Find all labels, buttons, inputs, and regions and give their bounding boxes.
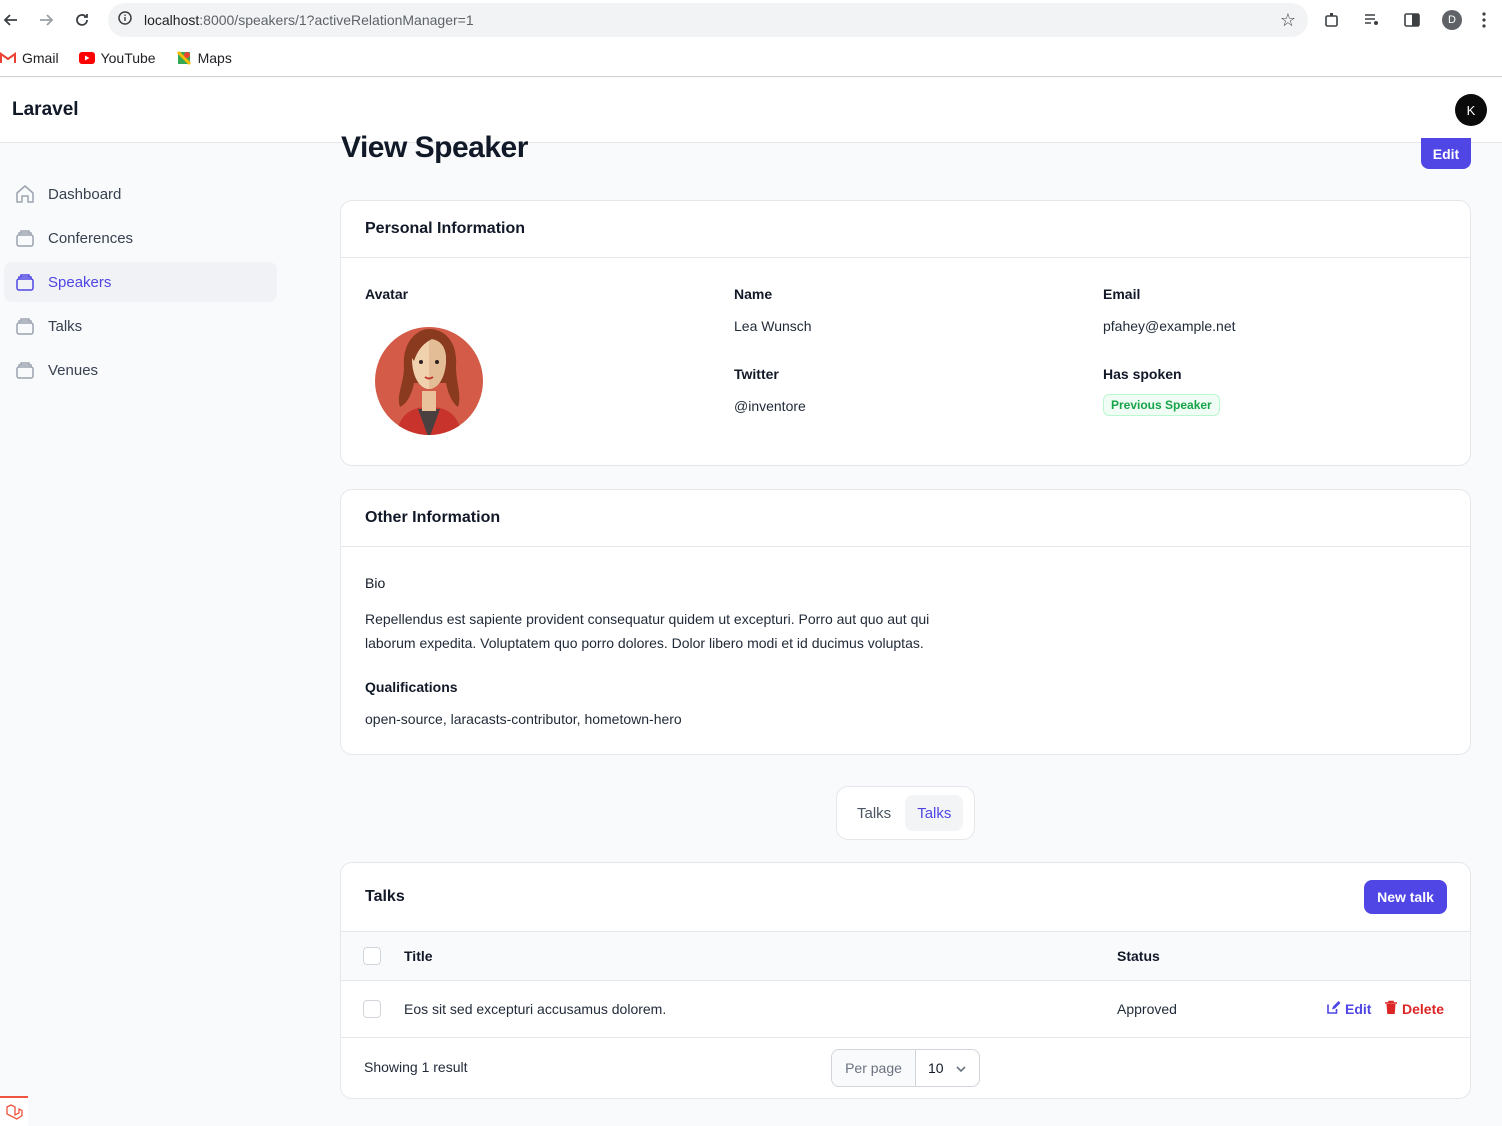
bookmark-star-icon[interactable]: ☆ [1280,10,1296,31]
sidebar-item-venues[interactable]: Venues [4,350,277,390]
sidebar-item-talks[interactable]: Talks [4,306,277,346]
tab-talks-active[interactable]: Talks [905,795,964,831]
section-heading: Personal Information [341,201,1470,258]
edit-row-button[interactable]: Edit [1326,1000,1371,1018]
talk-title-cell[interactable]: Eos sit sed excepturi accusamus dolorem. [404,1001,666,1017]
app-topbar: Laravel K [0,78,1502,143]
youtube-icon [78,50,95,66]
section-heading: Other Information [341,490,1470,547]
stack-icon [14,271,36,293]
table-header-row: Title Status [341,931,1470,981]
sidebar-item-label: Talks [48,317,83,335]
avatar-label: Avatar [365,286,409,302]
table-heading: Talks [365,888,405,905]
stack-icon [14,359,36,381]
media-icon[interactable] [1354,2,1390,38]
relation-tabs: Talks Talks [836,786,975,840]
menu-kebab-icon[interactable] [1474,2,1494,38]
table-row: Eos sit sed excepturi accusamus dolorem.… [341,981,1470,1037]
twitter-value: @inventore [734,398,806,414]
back-icon[interactable] [0,0,29,40]
address-bar[interactable]: localhost:8000/speakers/1?activeRelation… [108,3,1308,37]
user-menu-avatar[interactable]: K [1455,94,1487,126]
has-spoken-label: Has spoken [1103,366,1182,382]
browser-toolbar: localhost:8000/speakers/1?activeRelation… [0,0,1502,40]
twitter-label: Twitter [734,366,779,382]
tab-talks[interactable]: Talks [845,795,903,831]
bookmark-label: Maps [197,50,232,66]
bookmark-gmail[interactable]: Gmail [0,50,59,66]
bookmark-youtube[interactable]: YouTube [78,50,156,66]
bio-value: Repellendus est sapiente provident conse… [365,607,929,655]
chevron-down-icon [955,1060,967,1076]
home-icon [14,183,36,205]
profile-icon[interactable]: D [1434,2,1470,38]
row-checkbox[interactable] [363,1000,381,1018]
sidebar-item-conferences[interactable]: Conferences [4,218,277,258]
bookmarks-bar: Gmail YouTube Maps [0,40,1502,77]
email-label: Email [1103,286,1141,302]
delete-row-button[interactable]: Delete [1384,1000,1444,1018]
pagination-summary: Showing 1 result [364,1059,468,1075]
bio-line: Repellendus est sapiente provident conse… [365,611,930,627]
new-talk-button[interactable]: New talk [1364,880,1447,914]
forward-icon[interactable] [28,0,64,40]
name-label: Name [734,286,773,302]
sidebar-item-speakers[interactable]: Speakers [4,262,277,302]
qualifications-value: open-source, laracasts-contributor, home… [365,711,682,727]
name-value: Lea Wunsch [734,318,812,334]
divider [341,1037,1470,1038]
site-info-icon[interactable] [118,10,132,30]
email-value: pfahey@example.net [1103,318,1236,334]
sidebar-item-label: Speakers [48,273,112,291]
url-host: localhost [144,12,200,28]
other-information-card: Other Information Bio Repellendus est sa… [340,489,1471,755]
bio-label: Bio [365,575,386,591]
side-panel-icon[interactable] [1394,2,1430,38]
reload-icon[interactable] [64,0,100,40]
stack-icon [14,315,36,337]
talk-status-cell: Approved [1117,1001,1177,1017]
edit-label: Edit [1345,1001,1372,1017]
profile-initial: D [1442,10,1462,30]
sidebar-item-dashboard[interactable]: Dashboard [4,174,277,214]
bookmark-maps[interactable]: Maps [176,50,232,66]
trash-icon [1384,1000,1398,1018]
bio-line: laborum expedita. Voluptatem quo porro d… [365,635,924,651]
page-title: View Speaker [341,131,528,164]
column-header-status[interactable]: Status [1117,948,1160,964]
qualifications-label: Qualifications [365,679,458,695]
sidebar-item-label: Dashboard [48,185,122,203]
sidebar-item-label: Conferences [48,229,134,247]
gmail-icon [0,50,16,66]
edit-icon [1326,1000,1341,1018]
per-page-select[interactable]: Per page 10 [831,1049,980,1087]
select-all-checkbox[interactable] [363,947,381,965]
stack-icon [14,227,36,249]
speaker-avatar [374,319,484,437]
url-path: :8000/speakers/1?activeRelationManager=1 [199,12,474,28]
bookmark-label: YouTube [100,50,156,66]
column-header-title[interactable]: Title [404,948,433,964]
bookmark-label: Gmail [22,50,59,66]
laravel-debug-icon[interactable] [0,1096,28,1126]
per-page-label: Per page [832,1050,916,1086]
edit-speaker-button[interactable]: Edit [1421,138,1471,169]
sidebar-item-label: Venues [48,361,99,379]
delete-label: Delete [1402,1001,1445,1017]
personal-information-card: Personal Information Avatar Name Lea Wun… [340,200,1471,466]
per-page-value: 10 [928,1060,944,1076]
brand-logo[interactable]: Laravel [12,99,79,121]
status-badge: Previous Speaker [1103,394,1220,416]
maps-icon [176,50,192,66]
extensions-icon[interactable] [1314,2,1350,38]
